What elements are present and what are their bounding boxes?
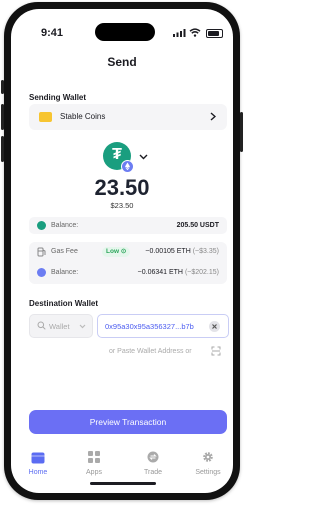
send-amount-fiat: $23.50 [110, 201, 134, 210]
battery-icon [206, 29, 223, 38]
eth-balance-value: ~0.06341 ETH (~$202.15) [138, 269, 219, 276]
home-indicator [90, 482, 156, 485]
gas-speed-dot-icon: ⊙ [120, 248, 127, 255]
dynamic-island [95, 23, 155, 41]
eth-balance-fiat: (~$202.15) [184, 269, 219, 276]
volume-down-button [1, 136, 4, 162]
wifi-icon [189, 28, 201, 37]
gas-fee-label: Gas Fee [51, 248, 78, 255]
wallet-icon [31, 452, 45, 464]
ethereum-icon [121, 160, 134, 173]
eth-balance-eth: ~0.06341 ETH [137, 269, 183, 276]
token-balance-row: Balance: 205.50 USDT [29, 217, 227, 234]
gas-pump-icon [37, 247, 46, 257]
search-icon [37, 321, 46, 330]
tab-trade-label: Trade [143, 469, 163, 476]
cellular-signal-icon [173, 29, 186, 37]
preview-transaction-button[interactable]: Preview Transaction [29, 410, 227, 434]
page-title: Send [107, 55, 137, 69]
wallet-icon [39, 112, 52, 122]
gas-fee-value: ~0.00105 ETH (~$3.35) [145, 248, 219, 255]
grid-icon [88, 451, 100, 463]
destination-wallet-label: Destination Wallet [29, 299, 99, 308]
tab-apps-label: Apps [86, 469, 102, 476]
chevron-right-icon [210, 112, 216, 121]
wallet-dropdown[interactable]: Wallet [29, 314, 93, 338]
token-selector[interactable]: ₮ [103, 142, 134, 173]
chevron-down-icon[interactable] [139, 154, 148, 160]
balance-label: Balance: [51, 222, 79, 229]
mute-switch [1, 80, 4, 94]
gas-speed-label: Low [106, 248, 119, 255]
gas-fee-card: Gas Fee Low ⊙ ~0.00105 ETH (~$3.35) Bala… [29, 242, 227, 284]
chevron-down-icon [79, 324, 86, 329]
phone-screen: 9:41 Send Sending Wallet Stable Coins ₮ … [11, 9, 233, 493]
gas-fee-eth: ~0.00105 ETH [145, 248, 191, 255]
phone-frame: 9:41 Send Sending Wallet Stable Coins ₮ … [1, 2, 243, 500]
gear-icon [203, 452, 213, 462]
trade-icon [147, 451, 159, 463]
sending-wallet-selector[interactable]: Stable Coins [29, 104, 227, 130]
qr-scan-icon[interactable] [211, 346, 221, 356]
tether-icon [37, 221, 46, 230]
wallet-name: Stable Coins [60, 112, 106, 121]
power-button [240, 112, 243, 152]
paste-address-hint[interactable]: or Paste Wallet Address or [109, 348, 192, 355]
status-bar: 9:41 [11, 9, 233, 43]
destination-address-input[interactable]: 0x95a30x95a356327...b7b [97, 314, 229, 338]
send-amount[interactable]: 23.50 [11, 175, 233, 201]
volume-up-button [1, 104, 4, 130]
tab-bar: Home Apps Trade Settings [11, 446, 233, 493]
status-time: 9:41 [41, 27, 64, 39]
balance-value: 205.50 USDT [176, 222, 219, 229]
ethereum-icon [37, 268, 46, 277]
gas-speed-badge[interactable]: Low ⊙ [102, 247, 131, 257]
clear-icon[interactable] [209, 321, 220, 332]
tab-home-label: Home [28, 469, 48, 476]
destination-address-value: 0x95a30x95a356327...b7b [105, 322, 194, 331]
gas-fee-fiat: (~$3.35) [192, 248, 219, 255]
eth-balance-label: Balance: [51, 269, 79, 276]
tab-settings-label: Settings [195, 469, 221, 476]
wallet-dropdown-label: Wallet [49, 322, 70, 331]
sending-wallet-label: Sending Wallet [29, 93, 87, 102]
